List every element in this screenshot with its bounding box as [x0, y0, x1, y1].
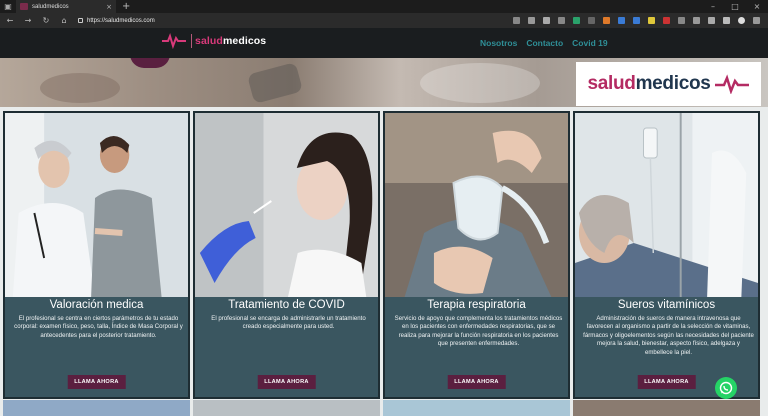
- card-title: Tratamiento de COVID: [228, 299, 345, 311]
- address-bar[interactable]: https://saludmedicos.com: [78, 18, 155, 24]
- service-card: Terapia respiratoria Servicio de apoyo q…: [383, 111, 570, 399]
- card-title: Terapia respiratoria: [427, 299, 526, 311]
- extension-icon[interactable]: [588, 17, 595, 24]
- browser-tab[interactable]: saludmedicos ×: [16, 0, 116, 13]
- menu-link-contacto[interactable]: Contacto: [526, 38, 563, 48]
- minimize-icon[interactable]: –: [702, 0, 724, 13]
- card-title: Valoración medica: [49, 299, 144, 311]
- browser-tab-bar: ▣ saludmedicos × + – □ ×: [0, 0, 768, 13]
- forward-icon[interactable]: →: [22, 16, 34, 25]
- heartbeat-logo-icon: [714, 74, 749, 94]
- tab-title: saludmedicos: [32, 3, 69, 10]
- menu-link-covid[interactable]: Covid 19: [572, 38, 607, 48]
- back-icon[interactable]: ←: [4, 16, 16, 25]
- reload-icon[interactable]: ↻: [40, 16, 52, 25]
- url-text[interactable]: https://saludmedicos.com: [87, 18, 155, 24]
- call-now-button[interactable]: LLAMA AHORA: [637, 375, 696, 389]
- extension-icon[interactable]: [693, 17, 700, 24]
- covid-swab-photo: [195, 113, 378, 297]
- close-window-icon[interactable]: ×: [746, 0, 768, 13]
- service-card-partial: [573, 400, 760, 416]
- logo-divider: [191, 34, 192, 48]
- main-menu: Nosotros Contacto Covid 19: [480, 38, 608, 48]
- logo-text: saludmedicos: [195, 35, 267, 47]
- whatsapp-icon: [719, 381, 733, 395]
- extension-icon[interactable]: [678, 17, 685, 24]
- site-logo[interactable]: saludmedicos: [160, 32, 266, 50]
- home-icon[interactable]: ⌂: [58, 16, 70, 25]
- card-description: El profesional se encarga de administrar…: [211, 315, 366, 331]
- site-header: [0, 28, 768, 58]
- service-card: Valoración medica El profesional se cent…: [3, 111, 190, 399]
- extension-icon[interactable]: [618, 17, 625, 24]
- service-card: Tratamiento de COVID El profesional se e…: [193, 111, 380, 399]
- card-description: El profesional se centra en ciertos pará…: [14, 315, 183, 339]
- call-now-button[interactable]: LLAMA AHORA: [447, 375, 506, 389]
- window-menu-icon[interactable]: ▣: [0, 0, 16, 13]
- site-favicon-icon: [20, 3, 28, 10]
- favorite-icon[interactable]: [528, 17, 535, 24]
- banner-logo: saludmedicos: [576, 62, 761, 106]
- new-tab-button[interactable]: +: [122, 1, 130, 12]
- extension-icon[interactable]: [543, 17, 550, 24]
- extension-icon[interactable]: [603, 17, 610, 24]
- lock-icon: [78, 18, 83, 23]
- favorites-bar-icon[interactable]: [723, 17, 730, 24]
- menu-link-nosotros[interactable]: Nosotros: [480, 38, 517, 48]
- doctor-exam-photo: [5, 113, 188, 297]
- whatsapp-button[interactable]: [715, 377, 737, 399]
- card-description: Servicio de apoyo que complementa los tr…: [394, 315, 563, 348]
- extension-icon[interactable]: [663, 17, 670, 24]
- extension-icon[interactable]: [558, 17, 565, 24]
- download-icon[interactable]: [573, 17, 580, 24]
- extension-icons: [513, 13, 760, 28]
- profile-avatar[interactable]: [738, 17, 745, 24]
- heartbeat-logo-icon: [162, 32, 186, 50]
- service-card-partial: [193, 400, 380, 416]
- maximize-icon[interactable]: □: [724, 0, 746, 13]
- extension-icon[interactable]: [648, 17, 655, 24]
- collections-icon[interactable]: [708, 17, 715, 24]
- banner-logo-text: saludmedicos: [587, 73, 711, 94]
- window-controls: – □ ×: [702, 0, 768, 13]
- call-now-button[interactable]: LLAMA AHORA: [257, 375, 316, 389]
- service-card-partial: [383, 400, 570, 416]
- iv-drip-photo: [575, 113, 758, 297]
- respiratory-mask-photo: [385, 113, 568, 297]
- service-card-partial: [3, 400, 190, 416]
- service-card: Sueros vitamínicos Administración de sue…: [573, 111, 760, 399]
- card-title: Sueros vitamínicos: [617, 299, 716, 311]
- zoom-icon[interactable]: [513, 17, 520, 24]
- card-description: Administración de sueros de manera intra…: [583, 315, 754, 356]
- extension-icon[interactable]: [633, 17, 640, 24]
- call-now-button[interactable]: LLAMA AHORA: [67, 375, 126, 389]
- close-tab-icon[interactable]: ×: [106, 3, 112, 11]
- more-options-icon[interactable]: [753, 17, 760, 24]
